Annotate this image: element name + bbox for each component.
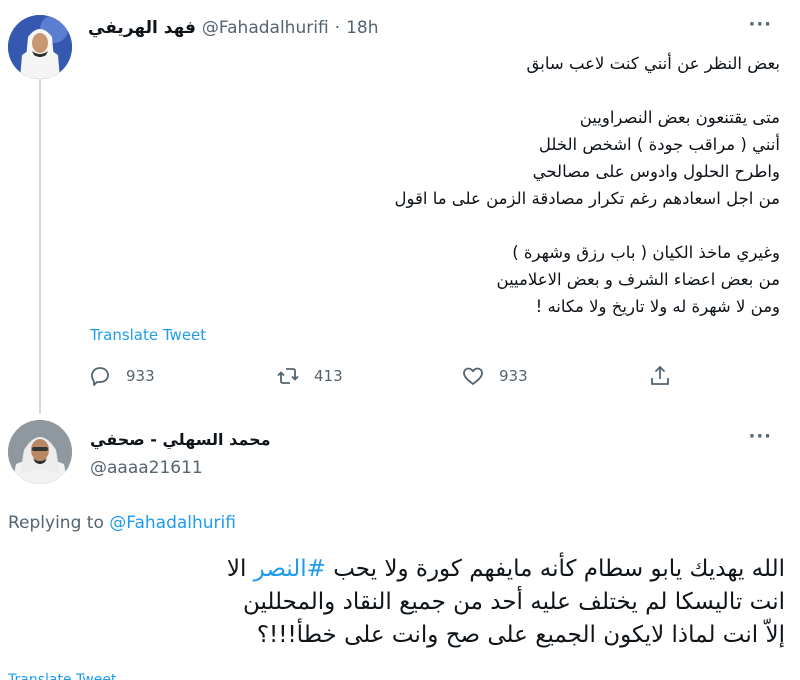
reply-line: إلاّ انت لماذا لايكون الجميع على صح وانت… (256, 622, 785, 648)
reply-bubble-icon (91, 367, 109, 386)
tweet-time[interactable]: 18h (346, 18, 378, 38)
more-horizontal-icon: ··· (748, 426, 772, 447)
reply-line: انت تاليسكا لم يختلف عليه أحد من جميع ال… (242, 589, 785, 615)
reply-text-segment: الله يهديك يابو سطام كأنه مايفهم كورة ول… (325, 556, 785, 582)
reply-text: الله يهديك يابو سطام كأنه مايفهم كورة ول… (60, 553, 785, 652)
like-count: 933 (499, 367, 528, 385)
share-icon (651, 365, 669, 385)
like-button[interactable]: 933 (461, 364, 528, 388)
reply-count: 933 (126, 367, 155, 385)
heart-icon (463, 367, 483, 385)
reply-avatar[interactable] (8, 420, 72, 484)
reply-more-options-button[interactable]: ··· (748, 426, 772, 447)
reply-line: الله يهديك يابو سطام كأنه مايفهم كورة ول… (60, 553, 785, 586)
author-handle[interactable]: @Fahadalhurifi (202, 18, 329, 38)
reply-button[interactable]: 933 (88, 364, 155, 388)
tweet-line: من بعض اعضاء الشرف و بعض الاعلاميين (496, 270, 780, 289)
share-button[interactable] (648, 364, 672, 388)
reply-text-segment: الا (226, 556, 254, 582)
avatar-image (8, 15, 72, 79)
retweet-button[interactable]: 413 (276, 364, 343, 388)
meta-separator: · (334, 18, 341, 38)
avatar[interactable] (8, 15, 72, 79)
tweet-text: بعض النظر عن أنني كنت لاعب سابق متى يقتن… (120, 50, 780, 320)
more-horizontal-icon: ··· (748, 14, 772, 35)
reply-author-name[interactable]: محمد السهلي - صحفي (90, 430, 271, 449)
hashtag-link[interactable]: #النصر (254, 556, 326, 582)
replying-to-handle[interactable]: @Fahadalhurifi (109, 513, 236, 533)
replying-to-prefix: Replying to (8, 513, 104, 533)
tweet-line: من اجل اسعادهم رغم تكرار مصادقة الزمن عل… (394, 189, 780, 208)
tweet-header: فهد الهريفي @Fahadalhurifi · 18h (88, 18, 378, 38)
tweet-line: وغيري ماخذ الكيان ( باب رزق وشهرة ) (512, 243, 780, 262)
tweet-line-gap (120, 212, 780, 239)
tweet-line: متى يقتنعون بعض النصراويين (579, 108, 780, 127)
tweet-line: أنني ( مراقب جودة ) اشخص الخلل (538, 135, 780, 154)
reply-translate-link-cut[interactable]: Translate Tweet (8, 672, 116, 680)
tweet-line: واطرح الحلول وادوس على مصالحي (532, 162, 780, 181)
reply-author-handle[interactable]: @aaaa21611 (90, 458, 203, 478)
retweet-icon (277, 368, 299, 384)
replying-to: Replying to @Fahadalhurifi (8, 513, 236, 533)
tweet-line: ومن لا شهرة له ولا تاريخ ولا مكانه ! (535, 297, 780, 316)
retweet-count: 413 (314, 367, 343, 385)
reply-avatar-image (8, 420, 72, 484)
tweet-actions: 933 413 933 (88, 364, 678, 394)
thread-connector-line (39, 76, 41, 414)
author-name[interactable]: فهد الهريفي (88, 18, 196, 38)
more-options-button[interactable]: ··· (748, 14, 772, 35)
tweet-line: بعض النظر عن أنني كنت لاعب سابق (526, 54, 780, 73)
tweet-line-gap (120, 77, 780, 104)
translate-tweet-link[interactable]: Translate Tweet (90, 326, 206, 344)
